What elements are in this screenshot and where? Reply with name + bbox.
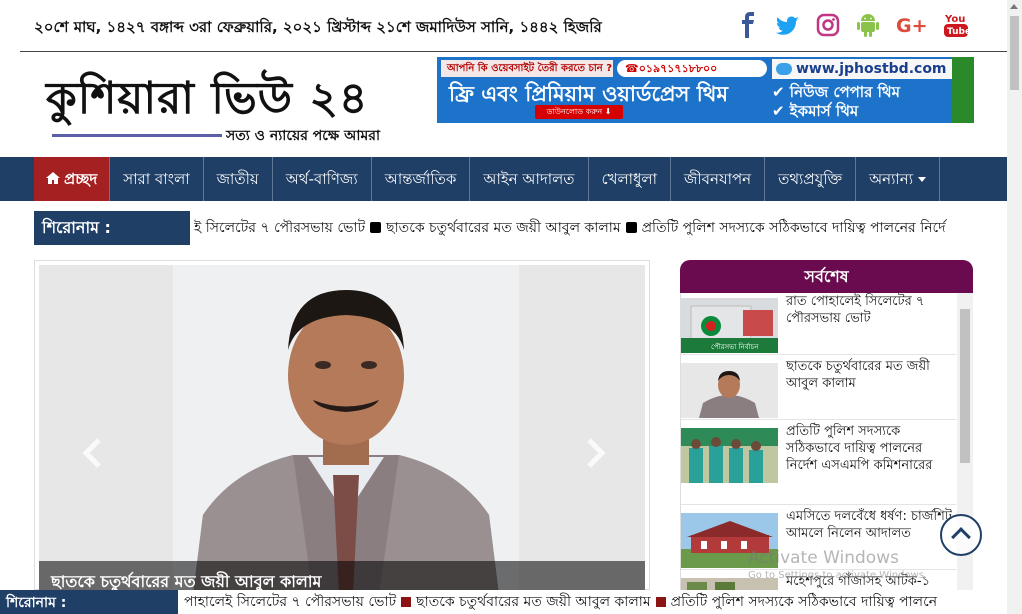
scrollbar-thumb[interactable] [960,309,970,463]
list-item[interactable]: পৌরসভা নির্বাচন রাত পোহালেই সিলেটের ৭ পৌ… [681,293,956,355]
list-item[interactable]: ছাতকে চতুর্থবারের মত জয়ী আবুল কালাম [681,358,956,420]
header-ad-banner[interactable]: আপনি কি ওয়েবসাইট তৈরী করতে চান ? ☎০১৯৭১… [437,57,974,123]
ticker-item[interactable]: ই সিলেটের ৭ পৌরসভায় ভোট [194,220,365,236]
back-to-top-button[interactable] [940,514,982,556]
nav-label: অন্যান্য [869,170,914,188]
thumb-caption: পৌরসভা নির্বাচন [711,343,759,351]
nav-label: প্রচ্ছদ [64,170,98,188]
android-icon[interactable] [856,12,880,38]
home-icon [46,157,60,201]
chevron-left-icon[interactable] [81,433,103,477]
svg-text:Tube: Tube [947,27,968,37]
ticker-item[interactable]: ছাতকে চতুর্থবারের মত জয়ী আবুল কালাম [416,594,650,610]
chevron-right-icon[interactable] [585,433,607,477]
current-date: ২০শে মাঘ, ১৪২৭ বঙ্গাব্দ ৩রা ফেব্রুয়ারি,… [34,18,602,36]
nav-item-others[interactable]: অন্যান্য [856,157,941,201]
news-title: ছাতকে চতুর্থবারের মত জয়ী আবুল কালাম [786,359,930,391]
nav-item-sports[interactable]: খেলাধুলা [589,157,671,201]
bullet-icon [401,597,412,607]
ticker-item[interactable]: প্রতিটি পুলিশ সদস্যকে সঠিকভাবে দায়িত্ব … [671,594,937,610]
main-navigation: প্রচ্ছদ সারা বাংলা জাতীয় অর্থ-বাণিজ্য আ… [0,157,1007,201]
nav-item-lifestyle[interactable]: জীবনযাপন [671,157,766,201]
windows-watermark-sub: Go to Settings to activate Windows. [748,570,928,581]
nav-item-law[interactable]: আইন আদালত [470,157,589,201]
ad-side-strip [952,57,974,123]
news-thumbnail [681,428,778,483]
youtube-icon[interactable]: You Tube [944,12,971,38]
ticker-text: পাহালেই সিলেটের ৭ পৌরসভায় ভোট ছাতকে চতুর… [184,590,1007,614]
ad-feature-ecommerce: ✔ ইকমার্স থিম [772,102,859,120]
headline-ticker: শিরোনাম : ই সিলেটের ৭ পৌরসভায় ভোট ছাতকে … [34,211,974,245]
facebook-icon[interactable] [736,12,760,38]
latest-heading: সর্বশেষ [680,260,973,293]
latest-news-list: পৌরসভা নির্বাচন রাত পোহালেই সিলেটের ৭ পৌ… [680,293,973,590]
list-item[interactable]: প্রতিটি পুলিশ সদস্যকে সঠিকভাবে দায়িত্ব … [681,423,956,505]
google-plus-icon[interactable]: G+ [896,12,928,38]
svg-text:You: You [944,14,965,25]
bottom-headline-ticker: শিরোনাম : পাহালেই সিলেটের ৭ পৌরসভায় ভোট… [0,590,1007,614]
site-tagline: সত্য ও ন্যায়ের পক্ষে আমরা [226,128,380,144]
news-title: রাত পোহালেই সিলেটের ৭ পৌরসভায় ভোট [786,294,925,326]
page: ২০শে মাঘ, ১৪২৭ বঙ্গাব্দ ৩রা ফেব্রুয়ারি,… [0,0,1022,614]
ticker-item[interactable]: ছাতকে চতুর্থবারের মত জয়ী আবুল কালাম [386,220,620,236]
slide-photo [173,265,519,595]
nav-item-sara-bangla[interactable]: সারা বাংলা [110,157,204,201]
nav-item-national[interactable]: জাতীয় [204,157,273,201]
scroll-up-icon[interactable] [1010,4,1018,9]
news-title: প্রতিটি পুলিশ সদস্যকে সঠিকভাবে দায়িত্ব … [786,424,933,473]
twitter-icon[interactable] [776,12,800,38]
ad-download-button[interactable]: ডাউনলোড করুন ⬇ [535,105,623,119]
chevron-up-icon [951,527,971,547]
nav-item-international[interactable]: আন্তর্জাতিক [372,157,471,201]
top-bar: ২০শে মাঘ, ১৪২৭ বঙ্গাব্দ ৩রা ফেব্রুয়ারি,… [20,0,1018,52]
logo-underline [52,134,222,137]
site-logo[interactable]: কুশিয়ারা ভিউ ২৪ সত্য ও ন্যায়ের পক্ষে আ… [46,74,406,146]
featured-slider: ছাতকে চতুর্থবারের মত জয়ী আবুল কালাম [34,260,650,595]
svg-text:G+: G+ [896,15,928,37]
slide[interactable]: ছাতকে চতুর্থবারের মত জয়ী আবুল কালাম [39,265,645,595]
windows-watermark: Activate Windows [748,548,899,568]
news-title: এমসিতে দলবেঁধে ধর্ষণ: চার্জশিট আমলে নিলে… [786,509,952,541]
ticker-label: শিরোনাম : [34,211,190,245]
site-title: কুশিয়ারা ভিউ ২৪ [46,73,369,124]
bullet-icon [370,222,382,233]
ad-question: আপনি কি ওয়েবসাইট তৈরী করতে চান ? [441,60,613,77]
ticker-text: ই সিলেটের ৭ পৌরসভায় ভোট ছাতকে চতুর্থবারে… [194,211,974,245]
nav-item-home[interactable]: প্রচ্ছদ [34,157,111,201]
ad-phone: ☎০১৯৭১৭১৮৮০০ [617,60,767,77]
page-scrollbar[interactable] [1007,0,1022,614]
ticker-item[interactable]: প্রতিটি পুলিশ সদস্যকে সঠিকভাবে দায়িত্ব … [642,220,946,236]
social-links: G+ You Tube [736,12,971,38]
latest-news-widget: সর্বশেষ পৌরসভা নির্বাচন রাত পোহালেই সিলে… [680,260,973,590]
scrollbar-thumb[interactable] [1010,16,1019,90]
nav-item-economy[interactable]: অর্থ-বাণিজ্য [273,157,372,201]
news-thumbnail [681,363,778,418]
caret-down-icon [918,177,927,182]
instagram-icon[interactable] [816,12,840,38]
ticker-item[interactable]: পাহালেই সিলেটের ৭ পৌরসভায় ভোট [184,594,396,610]
bullet-icon [625,222,637,233]
nav-item-technology[interactable]: তথ্যপ্রযুক্তি [765,157,857,201]
bullet-icon [655,597,666,607]
ticker-label: শিরোনাম : [0,590,178,614]
ad-domain: www.jphostbd.com [772,59,952,79]
news-thumbnail: পৌরসভা নির্বাচন [681,298,778,353]
